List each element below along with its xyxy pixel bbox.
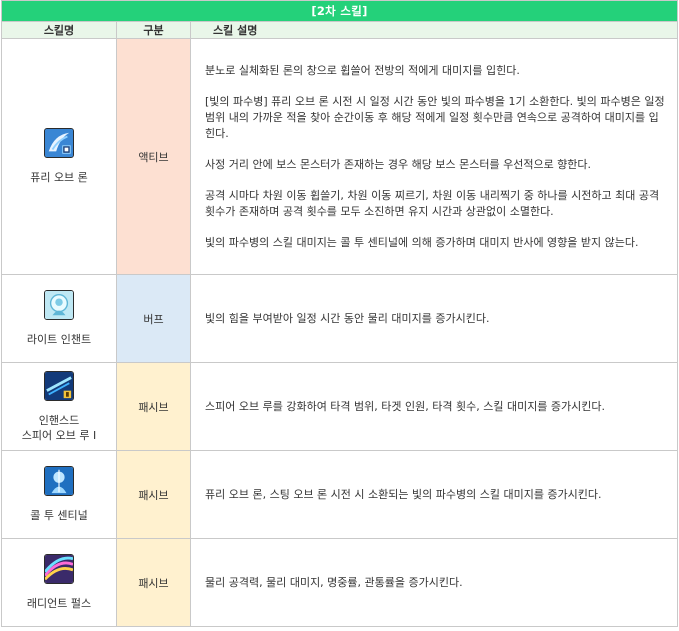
table-row: 라이트 인챈트 버프 빛의 힘을 부여받아 일정 시간 동안 물리 대미지를 증… xyxy=(1,274,679,363)
header-description: 스킬 설명 xyxy=(189,21,679,39)
table-row: 인핸스드 스피어 오브 루 I 패시브 스피어 오브 루를 강화하여 타격 범위… xyxy=(1,362,679,451)
skill-table: [2차 스킬] 스킬명 구분 스킬 설명 퓨리 오브 론 액티브 분노로 실체화… xyxy=(0,0,679,627)
skill-type: 패시브 xyxy=(116,362,191,451)
description-paragraph: 공격 시마다 차원 이동 휩쓸기, 차원 이동 찌르기, 차원 이동 내리찍기 … xyxy=(205,188,660,218)
light-enchant-icon xyxy=(44,290,74,320)
skill-description: 스피어 오브 루를 강화하여 타격 범위, 타겟 인원, 타격 횟수, 스킬 대… xyxy=(189,362,679,451)
skill-description: 퓨리 오브 론, 스팅 오브 론 시전 시 소환되는 빛의 파수병의 스킬 대미… xyxy=(189,450,679,539)
table-title: [2차 스킬] xyxy=(0,0,679,22)
skill-name: 인핸스드 xyxy=(38,413,80,427)
skill-name: 스피어 오브 루 I xyxy=(21,428,97,442)
fury-of-ron-icon xyxy=(44,128,74,158)
skill-description: 물리 공격력, 물리 대미지, 명중률, 관통률을 증가시킨다. xyxy=(189,538,679,627)
table-row: 퓨리 오브 론 액티브 분노로 실체화된 론의 창으로 휩쓸어 전방의 적에게 … xyxy=(1,38,679,275)
skill-name-cell: 라이트 인챈트 xyxy=(1,274,117,363)
skill-type: 패시브 xyxy=(116,538,191,627)
skill-type: 패시브 xyxy=(116,450,191,539)
skill-name: 라이트 인챈트 xyxy=(26,333,92,346)
skill-name-cell: 퓨리 오브 론 xyxy=(1,38,117,275)
description-paragraph: 분노로 실체화된 론의 창으로 휩쓸어 전방의 적에게 대미지를 입힌다. xyxy=(205,63,520,77)
description-paragraph: 사정 거리 안에 보스 몬스터가 존재하는 경우 해당 보스 몬스터를 우선적으… xyxy=(205,157,592,171)
header-type: 구분 xyxy=(116,21,191,39)
skill-description: 분노로 실체화된 론의 창으로 휩쓸어 전방의 적에게 대미지를 입힌다. [빛… xyxy=(189,38,679,275)
description-paragraph: 빛의 힘을 부여받아 일정 시간 동안 물리 대미지를 증가시킨다. xyxy=(205,311,490,325)
skill-name-cell: 래디언트 펄스 xyxy=(1,538,117,627)
description-paragraph: 빛의 파수병의 스킬 대미지는 콜 투 센티널에 의해 증가하며 대미지 반사에… xyxy=(205,235,639,249)
skill-name: 래디언트 펄스 xyxy=(26,597,92,610)
radiant-pulse-icon xyxy=(44,554,74,584)
skill-type: 버프 xyxy=(116,274,191,363)
skill-name-cell: 콜 투 센티널 xyxy=(1,450,117,539)
enhanced-spear-of-ru-icon xyxy=(44,370,74,401)
table-row: 콜 투 센티널 패시브 퓨리 오브 론, 스팅 오브 론 시전 시 소환되는 빛… xyxy=(1,450,679,539)
skill-name-cell: 인핸스드 스피어 오브 루 I xyxy=(1,362,117,451)
skill-name: 퓨리 오브 론 xyxy=(30,171,88,184)
description-paragraph: 스피어 오브 루를 강화하여 타격 범위, 타겟 인원, 타격 횟수, 스킬 대… xyxy=(205,399,606,413)
table-title-row: [2차 스킬] xyxy=(0,0,679,22)
skill-type: 액티브 xyxy=(116,38,191,275)
table-row: 래디언트 펄스 패시브 물리 공격력, 물리 대미지, 명중률, 관통률을 증가… xyxy=(1,538,679,627)
table-header-row: 스킬명 구분 스킬 설명 xyxy=(1,21,679,39)
description-paragraph: [빛의 파수병] 퓨리 오브 론 시전 시 일정 시간 동안 빛의 파수병을 1… xyxy=(205,94,665,140)
header-skill-name: 스킬명 xyxy=(1,21,117,39)
description-paragraph: 퓨리 오브 론, 스팅 오브 론 시전 시 소환되는 빛의 파수병의 스킬 대미… xyxy=(205,487,602,501)
skill-name: 콜 투 센티널 xyxy=(30,509,88,522)
call-to-sentinel-icon xyxy=(44,466,74,496)
description-paragraph: 물리 공격력, 물리 대미지, 명중률, 관통률을 증가시킨다. xyxy=(205,575,463,589)
skill-description: 빛의 힘을 부여받아 일정 시간 동안 물리 대미지를 증가시킨다. xyxy=(189,274,679,363)
